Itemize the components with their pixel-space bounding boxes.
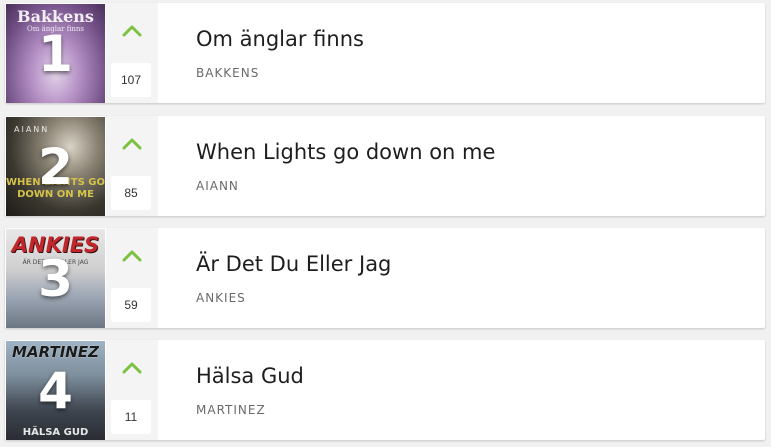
song-title[interactable]: Hälsa Gud [196,364,304,388]
chevron-up-icon [122,138,142,150]
vote-count: 59 [111,288,151,322]
vote-count: 11 [111,400,151,434]
artist-name[interactable]: BAKKENS [196,66,259,80]
rank-number: 4 [38,361,73,420]
upvote-button[interactable] [106,356,158,380]
song-title[interactable]: Om änglar finns [196,27,364,51]
chart-row[interactable]: MARTINEZ HÄLSA GUD 4 11 Hälsa Gud MARTIN… [5,340,765,440]
chart-list: Bakkens Om änglar finns 1 107 Om änglar … [0,0,771,447]
vote-column: 11 [106,340,158,440]
rank-number: 3 [38,249,73,308]
artist-name[interactable]: AIANN [196,179,239,193]
vote-count: 85 [111,176,151,210]
chevron-up-icon [122,25,142,37]
chevron-up-icon [122,250,142,262]
chevron-up-icon [122,362,142,374]
chart-row[interactable]: Bakkens Om änglar finns 1 107 Om änglar … [5,3,765,103]
upvote-button[interactable] [106,244,158,268]
vote-count: 107 [111,63,151,97]
album-cover[interactable]: AIANN WHEN LIGHTS GO DOWN ON ME 2 [6,117,105,216]
song-title[interactable]: Är Det Du Eller Jag [196,252,391,276]
album-cover[interactable]: MARTINEZ HÄLSA GUD 4 [6,341,105,440]
song-title[interactable]: When Lights go down on me [196,140,495,164]
album-cover[interactable]: Bakkens Om änglar finns 1 [6,4,105,103]
chart-row[interactable]: AIANN WHEN LIGHTS GO DOWN ON ME 2 85 Whe… [5,116,765,216]
rank-number: 1 [38,24,73,83]
album-cover[interactable]: ANKIES ÄR DET DU ELLER JAG 3 [6,229,105,328]
upvote-button[interactable] [106,19,158,43]
chart-row[interactable]: ANKIES ÄR DET DU ELLER JAG 3 59 Är Det D… [5,228,765,328]
upvote-button[interactable] [106,132,158,156]
vote-column: 85 [106,116,158,216]
rank-number: 2 [38,137,73,196]
artist-name[interactable]: MARTINEZ [196,403,266,417]
artist-name[interactable]: ANKIES [196,291,246,305]
vote-column: 59 [106,228,158,328]
vote-column: 107 [106,3,158,103]
